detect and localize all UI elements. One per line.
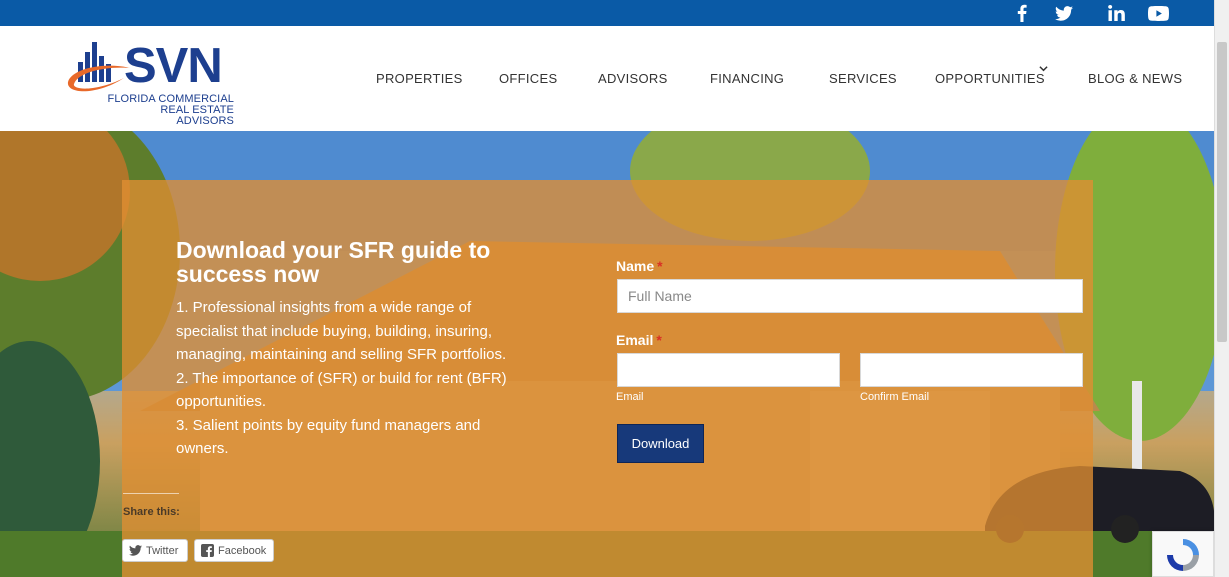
nav-services[interactable]: SERVICES (829, 71, 897, 89)
svn-logo[interactable]: SVN FLORIDA COMMERCIAL REAL ESTATE ADVIS… (66, 38, 241, 127)
name-label: Name * (616, 258, 663, 274)
facebook-icon (201, 544, 214, 557)
recaptcha-badge[interactable] (1152, 531, 1214, 577)
logo-tagline: FLORIDA COMMERCIAL REAL ESTATE ADVISORS (106, 94, 234, 127)
logo-tagline-line2: REAL ESTATE ADVISORS (160, 104, 234, 127)
hero-points: 1. Professional insights from a wide ran… (176, 296, 556, 461)
required-mark: * (656, 332, 662, 348)
facebook-icon[interactable] (1012, 3, 1032, 23)
twitter-icon[interactable] (1053, 3, 1075, 23)
site-header: SVN FLORIDA COMMERCIAL REAL ESTATE ADVIS… (0, 26, 1214, 131)
nav-properties[interactable]: PROPERTIES (376, 71, 463, 89)
hero-point-line: 2. The importance of (SFR) or build for … (176, 369, 507, 387)
share-label: Share this: (123, 506, 180, 518)
share-twitter-button[interactable]: Twitter (122, 539, 188, 562)
nav-offices[interactable]: OFFICES (499, 71, 557, 89)
hero-point-line: managing, maintaining and selling SFR po… (176, 346, 507, 363)
chevron-down-icon[interactable] (1039, 64, 1048, 73)
confirm-email-input[interactable] (860, 353, 1083, 387)
nav-financing[interactable]: FINANCING (710, 71, 784, 89)
required-mark: * (657, 258, 663, 274)
youtube-icon[interactable] (1146, 3, 1170, 23)
email-label-text: Email (616, 332, 654, 348)
name-label-text: Name (616, 258, 655, 274)
linkedin-icon[interactable] (1106, 3, 1126, 23)
hero-point-line: 3. Salient points by equity fund manager… (176, 416, 481, 434)
download-button[interactable]: Download (617, 424, 704, 463)
hero-point-line: owners. (176, 440, 229, 457)
social-bar (0, 0, 1214, 26)
logo-wordmark: SVN (124, 39, 223, 93)
email-input[interactable] (617, 353, 840, 387)
email-label: Email * (616, 332, 662, 348)
hero-title: Download your SFR guide to success now (176, 237, 491, 287)
scrollbar-thumb[interactable] (1217, 42, 1227, 342)
confirm-email-sublabel: Confirm Email (860, 391, 930, 403)
share-facebook-label: Facebook (218, 544, 267, 557)
email-sublabel: Email (616, 391, 644, 403)
full-name-input[interactable] (617, 279, 1083, 313)
share-twitter-label: Twitter (146, 544, 179, 557)
hero-point-line: 1. Professional insights from a wide ran… (176, 299, 472, 316)
share-divider (123, 493, 179, 494)
nav-blog-news[interactable]: BLOG & NEWS (1088, 71, 1182, 89)
recaptcha-icon (1167, 539, 1199, 571)
page-scrollbar[interactable] (1214, 0, 1229, 577)
twitter-icon (129, 545, 142, 556)
share-facebook-button[interactable]: Facebook (194, 539, 274, 562)
nav-advisors[interactable]: ADVISORS (598, 71, 668, 89)
nav-opportunities[interactable]: OPPORTUNITIES (935, 71, 1045, 89)
hero-point-line: specialist that include buying, building… (176, 322, 493, 340)
hero-point-line: opportunities. (176, 393, 267, 410)
